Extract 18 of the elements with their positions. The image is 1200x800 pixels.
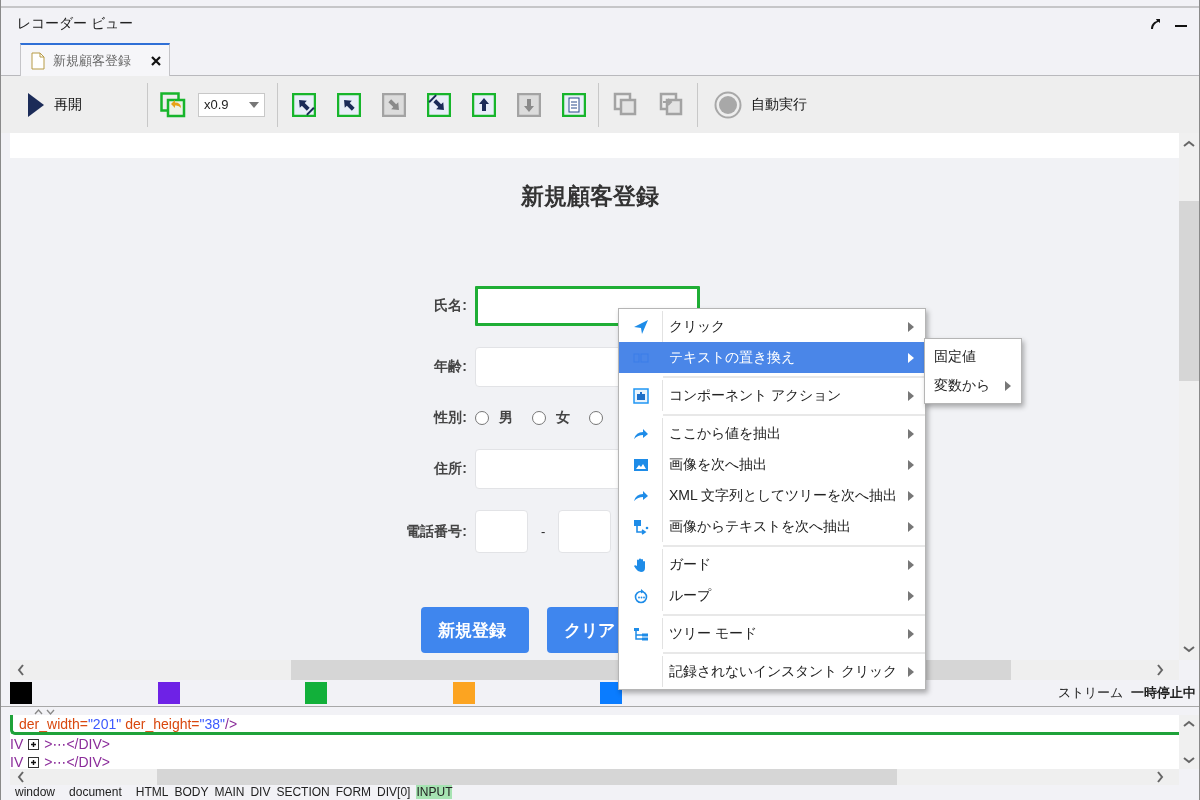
xml-text: IV [10, 754, 24, 769]
xml-text: >⋯</DIV> [44, 736, 110, 752]
field-label: 性別: [434, 409, 467, 427]
page-heading: 新規顧客登録 [519, 182, 660, 210]
radio-label: 女 [556, 409, 570, 427]
field-label: 年齢: [434, 358, 467, 376]
stream-status: 一時停止中 [1131, 684, 1196, 702]
field-label: 住所: [434, 460, 467, 478]
window-title: レコーダー ビュー [17, 15, 134, 33]
xml-text: IV [10, 736, 24, 752]
xml-text: der_width="201" der_height="38"/> [19, 715, 238, 732]
stream-label: ストリーム [1058, 684, 1123, 702]
field-label: 電話番号: [406, 522, 467, 541]
tab-label: 新規顧客登録 [53, 51, 132, 70]
field-label: 氏名: [434, 297, 467, 315]
xml-text: >⋯</DIV> [44, 754, 110, 769]
dash: - [541, 524, 546, 539]
radio-label: 男 [499, 409, 513, 427]
